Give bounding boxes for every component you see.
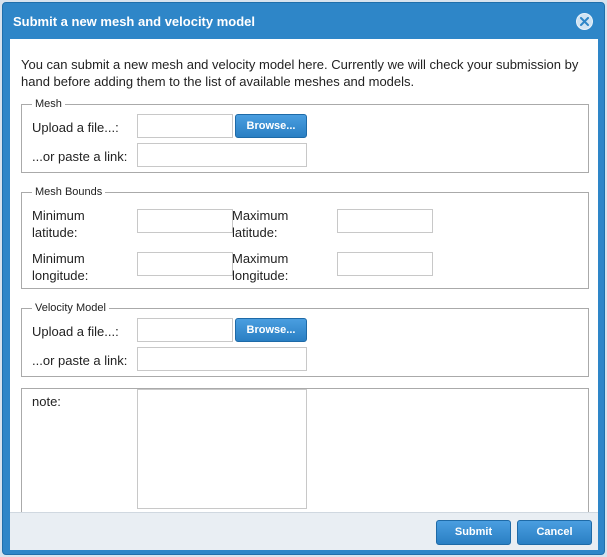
min-longitude-input[interactable]	[137, 252, 233, 276]
note-label: note:	[32, 394, 61, 409]
max-longitude-label: Maximum longitude:	[232, 251, 289, 283]
mesh-bounds-fieldset: Mesh Bounds	[21, 186, 589, 289]
mesh-link-input[interactable]	[137, 143, 307, 167]
cancel-button[interactable]: Cancel	[517, 520, 592, 545]
dialog-title: Submit a new mesh and velocity model	[13, 14, 256, 29]
intro-text: You can submit a new mesh and velocity m…	[21, 57, 579, 89]
mesh-bounds-legend: Mesh Bounds	[35, 186, 103, 198]
velocity-file-input[interactable]	[137, 318, 233, 342]
max-longitude-input[interactable]	[337, 252, 433, 276]
min-latitude-input[interactable]	[137, 209, 233, 233]
mesh-browse-button[interactable]: Browse...	[235, 114, 307, 138]
velocity-model-legend: Velocity Model	[35, 302, 106, 314]
min-longitude-label: Minimum longitude:	[32, 251, 89, 283]
velocity-upload-label: Upload a file...:	[32, 324, 119, 339]
velocity-link-label: ...or paste a link:	[32, 353, 128, 368]
close-icon	[580, 14, 589, 29]
note-textarea[interactable]	[137, 389, 307, 509]
dialog-content: You can submit a new mesh and velocity m…	[10, 39, 598, 512]
mesh-file-input[interactable]	[137, 114, 233, 138]
submit-button[interactable]: Submit	[436, 520, 511, 545]
dialog-footer: Submit Cancel	[10, 512, 598, 550]
mesh-legend: Mesh	[35, 98, 62, 110]
velocity-browse-button[interactable]: Browse...	[235, 318, 307, 342]
min-latitude-label: Minimum latitude:	[32, 208, 85, 240]
velocity-link-input[interactable]	[137, 347, 307, 371]
max-latitude-label: Maximum latitude:	[232, 208, 289, 240]
close-button[interactable]	[576, 13, 593, 30]
mesh-link-label: ...or paste a link:	[32, 149, 128, 164]
mesh-upload-label: Upload a file...:	[32, 120, 119, 135]
submit-dialog: Submit a new mesh and velocity model You…	[2, 2, 605, 555]
max-latitude-input[interactable]	[337, 209, 433, 233]
